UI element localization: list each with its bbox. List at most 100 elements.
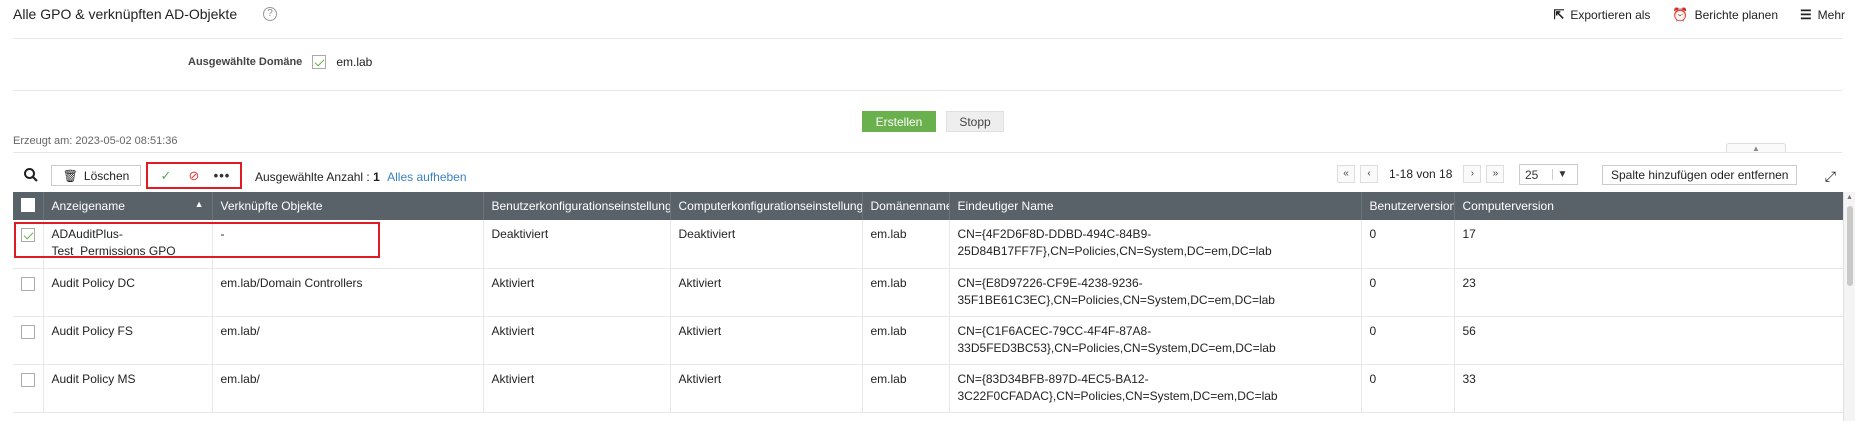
domain-selector: Ausgewählte Domäne em.lab bbox=[188, 55, 372, 69]
table-toolbar: 🗑 Löschen ✓ ⊘ ••• Ausgewählte Anzahl : 1… bbox=[13, 162, 1842, 189]
cell-computer-version: 17 bbox=[1454, 220, 1844, 269]
more-options-icon[interactable]: ••• bbox=[210, 167, 234, 185]
page-info: 1-18 von 18 bbox=[1389, 167, 1453, 181]
cell-user-config: Deaktiviert bbox=[483, 220, 671, 269]
generated-timestamp: Erzeugt am: 2023-05-02 08:51:36 bbox=[13, 135, 178, 147]
column-header[interactable]: Computerkonfigurationseinstellungen bbox=[670, 192, 863, 220]
cell-display-name: Audit Policy DC bbox=[43, 268, 213, 317]
page-size-select[interactable]: 25 ▼ bbox=[1519, 164, 1578, 185]
cell-computer-config: Aktiviert bbox=[670, 316, 863, 365]
selected-count: Ausgewählte Anzahl : 1 Alles aufheben bbox=[255, 170, 467, 184]
page-size-value: 25 bbox=[1525, 167, 1539, 182]
cell-computer-config: Deaktiviert bbox=[670, 220, 863, 269]
divider bbox=[13, 90, 1842, 91]
column-header[interactable]: Domänenname bbox=[862, 192, 950, 220]
row-select-cell bbox=[13, 220, 44, 269]
cell-display-name: Audit Policy MS bbox=[43, 364, 213, 413]
table-row[interactable]: Audit Policy DC em.lab/Domain Controller… bbox=[13, 268, 1844, 317]
domain-value: em.lab bbox=[336, 55, 373, 69]
scrollbar-thumb[interactable] bbox=[1847, 206, 1853, 286]
cell-distinguished-name: CN={83D34BFB-897D-4EC5-BA12-3C22F0CFADAC… bbox=[949, 364, 1362, 413]
row-select-cell bbox=[13, 364, 44, 413]
delete-label: Löschen bbox=[83, 168, 130, 183]
next-page-button[interactable]: › bbox=[1463, 165, 1482, 183]
more-button[interactable]: ☰ Mehr bbox=[1800, 7, 1845, 23]
top-actions: ⇱ Exportieren als ⏰ Berichte planen ☰ Me… bbox=[1553, 7, 1845, 23]
divider bbox=[13, 152, 1842, 153]
delete-button[interactable]: 🗑 Löschen bbox=[51, 165, 141, 186]
cell-user-config: Aktiviert bbox=[483, 268, 671, 317]
chevron-down-icon: ▼ bbox=[1552, 169, 1572, 180]
search-icon[interactable] bbox=[23, 167, 39, 183]
column-header[interactable]: Eindeutiger Name bbox=[949, 192, 1362, 220]
row-checkbox[interactable] bbox=[20, 228, 35, 242]
table-row[interactable]: Audit Policy MS em.lab/ Aktiviert Aktivi… bbox=[13, 364, 1844, 413]
column-header[interactable]: Computerversion bbox=[1454, 192, 1844, 220]
row-checkbox[interactable] bbox=[20, 372, 35, 387]
cell-display-name: Audit Policy FS bbox=[43, 316, 213, 365]
stop-button[interactable]: Stopp bbox=[946, 111, 1004, 132]
trash-icon: 🗑 bbox=[62, 168, 78, 183]
select-all-checkbox[interactable] bbox=[20, 197, 35, 212]
column-header-label: Anzeigename bbox=[51, 199, 125, 213]
cell-linked-objects: em.lab/ bbox=[212, 316, 484, 365]
table-header-row: Anzeigename ▲ Verknüpfte Objekte Benutzer… bbox=[13, 192, 1844, 220]
create-button[interactable]: Erstellen bbox=[862, 111, 936, 132]
cell-linked-objects: em.lab/ bbox=[212, 364, 484, 413]
enable-icon[interactable]: ✓ bbox=[154, 167, 178, 185]
selected-count-value: 1 bbox=[373, 170, 380, 184]
cell-user-version: 0 bbox=[1361, 220, 1455, 269]
row-checkbox[interactable] bbox=[20, 276, 35, 291]
add-remove-columns-button[interactable]: Spalte hinzufügen oder entfernen bbox=[1602, 165, 1798, 185]
cell-domain: em.lab bbox=[862, 364, 950, 413]
vertical-scrollbar[interactable]: ▲ bbox=[1843, 192, 1855, 421]
schedule-reports-button[interactable]: ⏰ Berichte planen bbox=[1672, 7, 1778, 23]
help-icon[interactable]: ? bbox=[263, 7, 277, 21]
column-header[interactable]: Anzeigename ▲ bbox=[43, 192, 213, 220]
selected-count-label: Ausgewählte Anzahl : bbox=[255, 170, 370, 184]
more-menu-icon: ☰ bbox=[1800, 7, 1812, 22]
table-row[interactable]: ADAuditPlus-Test_Permissions GPO - Deakt… bbox=[13, 220, 1844, 269]
cell-domain: em.lab bbox=[862, 268, 950, 317]
export-button[interactable]: ⇱ Exportieren als bbox=[1553, 7, 1650, 23]
cell-computer-version: 33 bbox=[1454, 364, 1844, 413]
row-select-cell bbox=[13, 268, 44, 317]
export-label: Exportieren als bbox=[1570, 8, 1651, 22]
row-checkbox[interactable] bbox=[20, 324, 35, 339]
domain-label: Ausgewählte Domäne bbox=[188, 56, 303, 68]
cell-computer-config: Aktiviert bbox=[670, 268, 863, 317]
cell-user-config: Aktiviert bbox=[483, 364, 671, 413]
column-header[interactable]: Benutzerkonfigurationseinstellungen bbox=[483, 192, 671, 220]
cell-display-name: ADAuditPlus-Test_Permissions GPO bbox=[43, 220, 213, 269]
cell-domain: em.lab bbox=[862, 316, 950, 365]
first-page-button[interactable]: « bbox=[1337, 165, 1355, 183]
domain-checkbox[interactable] bbox=[312, 55, 327, 69]
column-header[interactable]: Verknüpfte Objekte bbox=[212, 192, 484, 220]
cell-user-version: 0 bbox=[1361, 268, 1455, 317]
cell-distinguished-name: CN={C1F6ACEC-79CC-4F4F-87A8-33D5FED3BC53… bbox=[949, 316, 1362, 365]
fullscreen-icon[interactable]: ⤢ bbox=[1825, 168, 1836, 185]
cell-linked-objects: - bbox=[212, 220, 484, 269]
cell-computer-version: 56 bbox=[1454, 316, 1844, 365]
cell-user-version: 0 bbox=[1361, 364, 1455, 413]
cell-user-version: 0 bbox=[1361, 316, 1455, 365]
export-icon: ⇱ bbox=[1553, 7, 1565, 22]
cell-linked-objects: em.lab/Domain Controllers bbox=[212, 268, 484, 317]
last-page-button[interactable]: » bbox=[1486, 165, 1505, 183]
sort-asc-icon: ▲ bbox=[194, 199, 204, 209]
cell-domain: em.lab bbox=[862, 220, 950, 269]
prev-page-button[interactable]: ‹ bbox=[1360, 165, 1378, 183]
table-row[interactable]: Audit Policy FS em.lab/ Aktiviert Aktivi… bbox=[13, 316, 1844, 365]
more-label: Mehr bbox=[1817, 8, 1845, 22]
disable-icon[interactable]: ⊘ bbox=[182, 167, 206, 185]
pagination: « ‹ 1-18 von 18 › » bbox=[1337, 165, 1505, 183]
page-title: Alle GPO & verknüpften AD-Objekte bbox=[13, 6, 238, 22]
row-select-cell bbox=[13, 316, 44, 365]
schedule-icon: ⏰ bbox=[1672, 7, 1689, 22]
divider bbox=[13, 38, 1842, 39]
clear-selection-link[interactable]: Alles aufheben bbox=[387, 170, 466, 184]
column-header[interactable]: Benutzerversion bbox=[1361, 192, 1455, 220]
select-all-header bbox=[13, 192, 44, 220]
cell-distinguished-name: CN={4F2D6F8D-DDBD-494C-84B9-25D84B17FF7F… bbox=[949, 220, 1362, 269]
scroll-up-icon[interactable]: ▲ bbox=[1846, 194, 1853, 201]
